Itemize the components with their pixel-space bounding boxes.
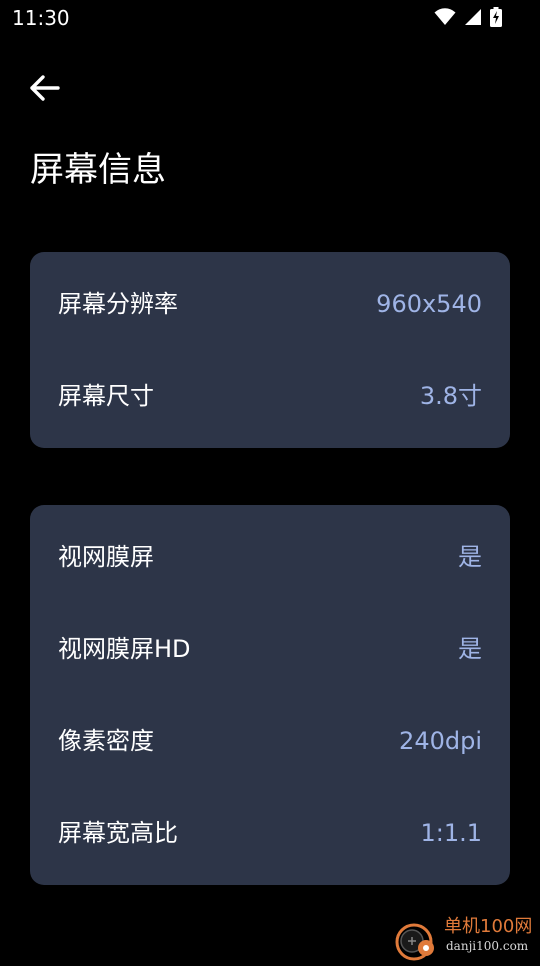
- watermark: 单机100网 danji100.com: [390, 916, 540, 962]
- wifi-icon: [434, 8, 456, 26]
- resolution-value: 960x540: [376, 290, 482, 318]
- battery-charging-icon: [490, 7, 502, 27]
- screen-size-value: 3.8寸: [419, 382, 482, 410]
- page-title: 屏幕信息: [30, 150, 166, 190]
- aspect-ratio-row: 屏幕宽高比 1:1.1: [30, 813, 510, 853]
- retina-label: 视网膜屏: [58, 543, 154, 571]
- display-details-card: 视网膜屏 是 视网膜屏HD 是 像素密度 240dpi 屏幕宽高比 1:1.1: [30, 505, 510, 885]
- status-time: 11:30: [12, 6, 70, 30]
- back-button[interactable]: [24, 70, 64, 110]
- pixel-density-row: 像素密度 240dpi: [30, 721, 510, 761]
- retina-hd-label: 视网膜屏HD: [58, 635, 191, 663]
- aspect-ratio-value: 1:1.1: [420, 819, 482, 847]
- resolution-label: 屏幕分辨率: [58, 290, 178, 318]
- watermark-url: danji100.com: [446, 939, 529, 953]
- status-icons: [434, 7, 502, 27]
- retina-row: 视网膜屏 是: [30, 537, 510, 577]
- resolution-row: 屏幕分辨率 960x540: [30, 284, 510, 324]
- retina-hd-row: 视网膜屏HD 是: [30, 629, 510, 669]
- resolution-card: 屏幕分辨率 960x540 屏幕尺寸 3.8寸: [30, 252, 510, 448]
- aspect-ratio-label: 屏幕宽高比: [58, 819, 178, 847]
- status-bar: 11:30: [0, 0, 540, 36]
- screen-size-label: 屏幕尺寸: [58, 382, 154, 410]
- pixel-density-value: 240dpi: [399, 727, 482, 755]
- watermark-title: 单机100网: [444, 916, 533, 937]
- arrow-left-icon: [28, 74, 60, 106]
- retina-hd-value: 是: [458, 635, 482, 663]
- pixel-density-label: 像素密度: [58, 727, 154, 755]
- cellular-signal-icon: [464, 8, 482, 26]
- watermark-logo-icon: [392, 918, 436, 962]
- screen-size-row: 屏幕尺寸 3.8寸: [30, 376, 510, 416]
- retina-value: 是: [458, 543, 482, 571]
